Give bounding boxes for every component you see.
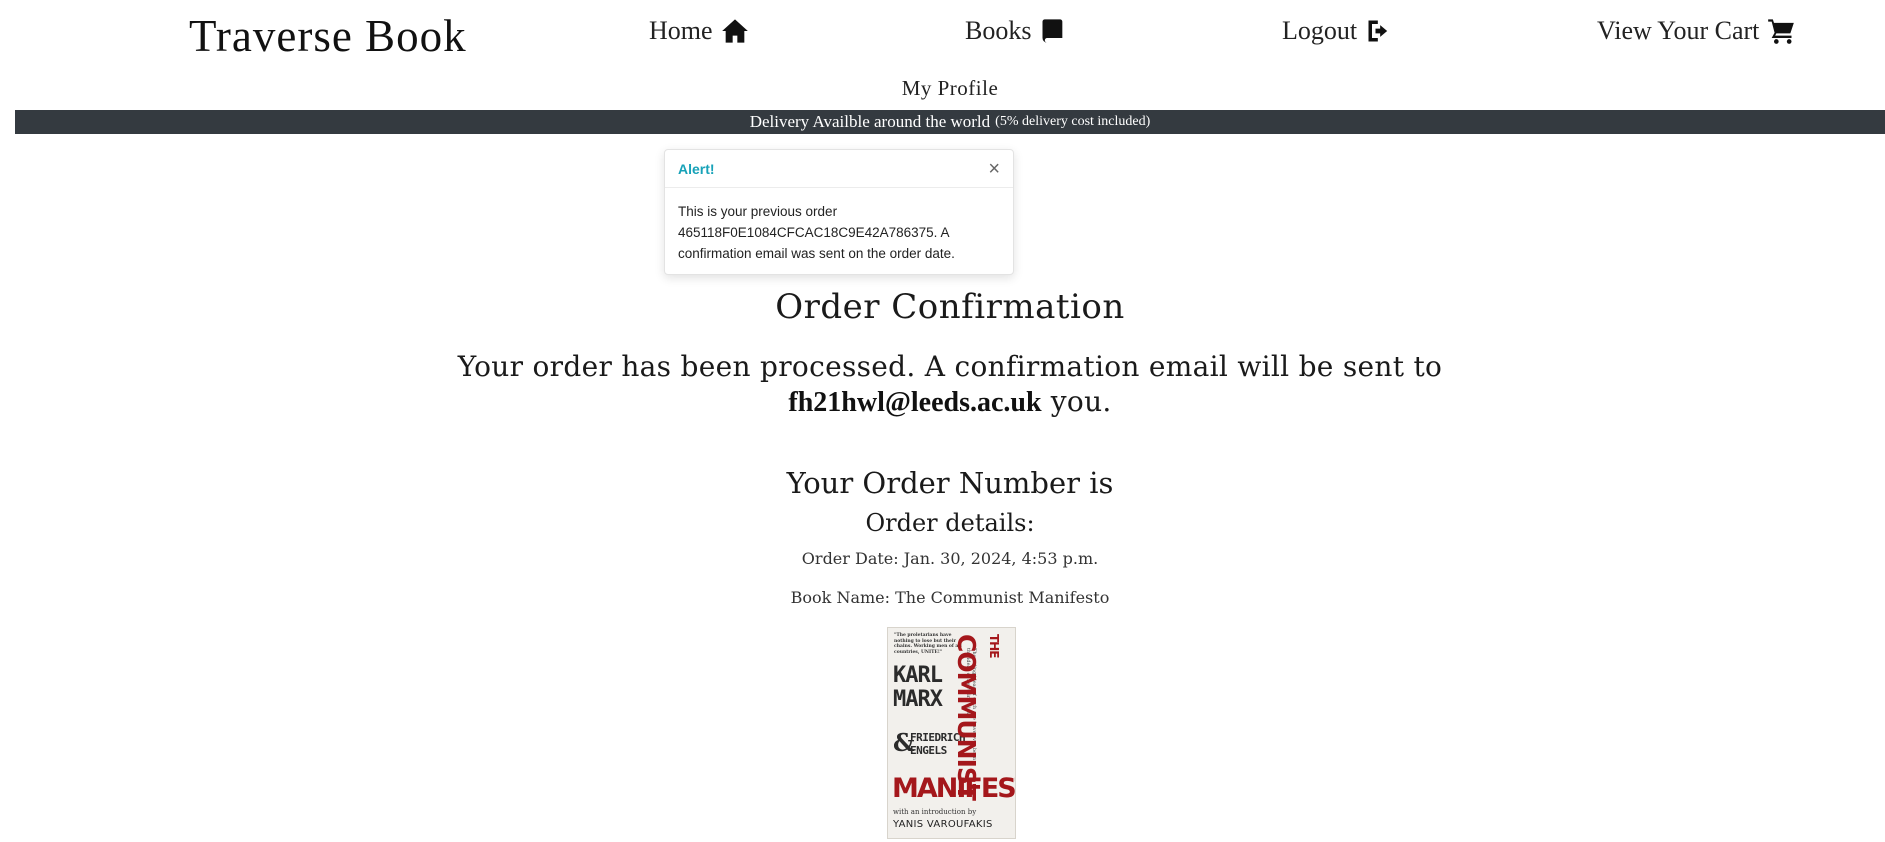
nav-cart-link[interactable]: View Your Cart: [1597, 16, 1795, 46]
brand-logo[interactable]: Traverse Book: [189, 10, 467, 62]
processed-text: Your order has been processed. A confirm…: [457, 350, 1443, 383]
delivery-banner: Delivery Availble around the world (5% d…: [15, 110, 1885, 134]
order-date: Order Date: Jan. 30, 2024, 4:53 p.m.: [801, 549, 1099, 568]
delivery-banner-text: Delivery Availble around the world: [749, 112, 991, 131]
cover-author: KARL MARX: [893, 663, 943, 712]
nav-profile-link[interactable]: My Profile: [0, 76, 1885, 101]
sign-out-icon: [1368, 20, 1388, 42]
processed-tail: you.: [1050, 385, 1112, 418]
cover-side-the: THE: [987, 634, 1001, 658]
shopping-cart-icon: [1768, 19, 1795, 44]
delivery-banner-note: (5% delivery cost included): [995, 114, 1151, 129]
cover-intro: with an introduction by: [893, 808, 977, 816]
close-icon[interactable]: ×: [988, 159, 1000, 179]
toast-title: Alert!: [678, 160, 715, 177]
cover-author-line2: MARX: [893, 687, 943, 712]
order-details-heading: Order details:: [865, 509, 1035, 537]
toast-header: Alert! ×: [665, 150, 1013, 188]
order-number-label: Your Order Number is: [786, 466, 1114, 500]
alert-toast: Alert! × This is your previous order 465…: [664, 149, 1014, 275]
customer-email: fh21hwl@leeds.ac.uk: [788, 387, 1042, 418]
page: Traverse Book Home Books Logout View You…: [0, 0, 1885, 842]
cover-title: MANIFESTO: [892, 773, 1015, 804]
book-cover-image: "The proletarians have nothing to lose b…: [887, 627, 1016, 839]
nav-books-label: Books: [965, 16, 1032, 45]
processed-message: Your order has been processed. A confirm…: [0, 349, 1885, 420]
toast-message: This is your previous order 465118F0E108…: [678, 204, 955, 261]
nav-books-link[interactable]: Books: [965, 16, 1067, 46]
nav-logout-link[interactable]: Logout: [1282, 16, 1393, 46]
nav-logout-label: Logout: [1282, 16, 1358, 45]
nav-home-label: Home: [649, 16, 713, 45]
page-title: Order Confirmation: [775, 287, 1125, 327]
home-icon: [721, 19, 748, 43]
cover-author-line1: KARL: [893, 663, 943, 688]
cover-side-title: THE COMMUNIST: [952, 634, 1008, 800]
book-icon: [1042, 19, 1063, 43]
cover-editor: YANIS VAROUFAKIS: [893, 819, 993, 830]
book-name: Book Name: The Communist Manifesto: [790, 588, 1110, 607]
nav-cart-label: View Your Cart: [1597, 16, 1760, 45]
nav-home-link[interactable]: Home: [649, 16, 749, 46]
